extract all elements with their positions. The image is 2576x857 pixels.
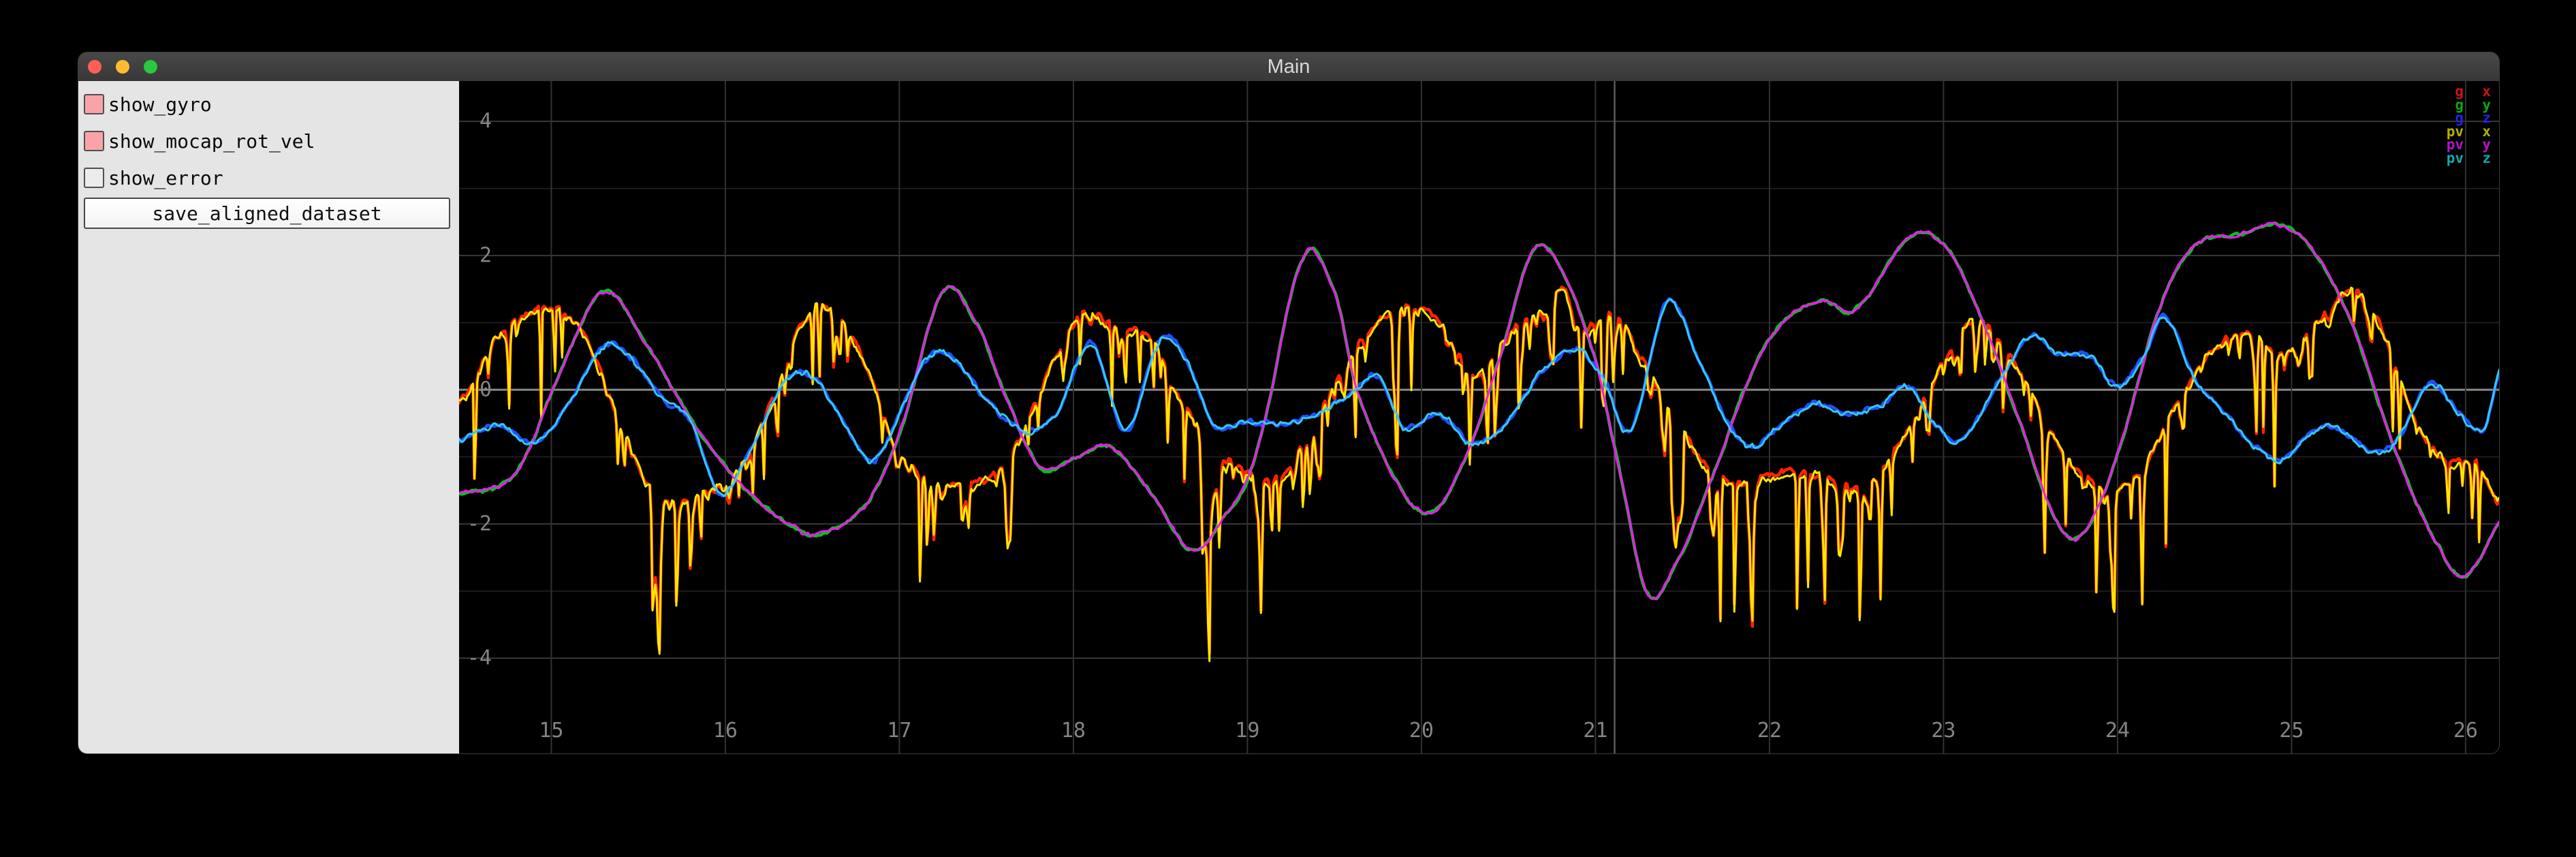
series-g-y bbox=[459, 223, 2500, 599]
plot-area[interactable]: 420-2-4 151617181920212223242526 gxgygzp… bbox=[459, 81, 2500, 754]
curves-layer bbox=[459, 81, 2500, 754]
titlebar[interactable]: Main bbox=[78, 52, 2499, 82]
checkbox-row-show-error[interactable]: show_error bbox=[84, 166, 223, 190]
checkbox-label: show_gyro bbox=[108, 93, 212, 116]
checkbox-show-error[interactable] bbox=[84, 168, 104, 188]
checkbox-row-show-gyro[interactable]: show_gyro bbox=[84, 92, 212, 116]
checkbox-row-show-mocap-rot-vel[interactable]: show_mocap_rot_vel bbox=[84, 129, 315, 153]
checkbox-label: show_error bbox=[108, 167, 223, 189]
legend: gxgygzpvxpvypvz bbox=[2428, 85, 2491, 165]
checkbox-show-gyro[interactable] bbox=[84, 94, 104, 114]
window-title: Main bbox=[78, 52, 2499, 81]
screen: Main show_gyro show_mocap_rot_vel show_e… bbox=[0, 0, 2576, 857]
legend-entry-pv-z: pvz bbox=[2428, 152, 2491, 166]
series-pv-y bbox=[459, 223, 2500, 599]
app-window: Main show_gyro show_mocap_rot_vel show_e… bbox=[78, 52, 2500, 754]
save-aligned-dataset-button[interactable]: save_aligned_dataset bbox=[84, 198, 450, 229]
sidebar: show_gyro show_mocap_rot_vel show_error … bbox=[78, 81, 459, 754]
checkbox-show-mocap-rot-vel[interactable] bbox=[84, 131, 104, 151]
checkbox-label: show_mocap_rot_vel bbox=[108, 130, 315, 153]
